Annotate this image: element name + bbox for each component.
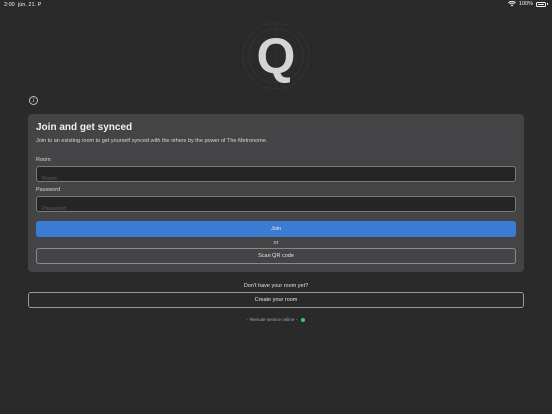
password-label: Password (36, 187, 61, 193)
create-room-button[interactable]: Create your room (28, 292, 524, 308)
password-input[interactable] (37, 202, 515, 216)
join-card: Join and get synced Join to an existing … (28, 114, 524, 272)
card-title: Join and get synced (36, 122, 133, 133)
password-field[interactable] (36, 196, 516, 216)
status-dot-icon (301, 317, 306, 322)
service-status: - Remote service online - (0, 317, 552, 322)
status-time: 2:00 (4, 2, 15, 8)
room-input[interactable] (37, 172, 515, 186)
join-button[interactable]: Join (36, 221, 516, 237)
wifi-icon (507, 1, 516, 7)
no-room-text: Don't have your room yet? (243, 283, 309, 289)
room-field[interactable] (36, 166, 516, 186)
metronome-q-logo: Q (242, 22, 310, 90)
service-status-text: - Remote service online - (246, 317, 298, 322)
battery-tip (547, 3, 548, 5)
scan-qr-button[interactable]: Scan QR code (36, 248, 516, 264)
or-divider: or (273, 240, 279, 246)
status-date: jún. 21. P (18, 2, 42, 8)
info-icon[interactable]: i (29, 96, 38, 105)
status-bar: 2:00 jún. 21. P 100% (0, 0, 552, 10)
logo-letter: Q (257, 28, 296, 84)
room-label: Room (36, 157, 51, 163)
status-indicators: 100% (507, 1, 548, 7)
card-description: Join to an existing room to get yourself… (36, 138, 268, 144)
battery-percent: 100% (518, 1, 533, 7)
battery-icon (536, 1, 546, 7)
